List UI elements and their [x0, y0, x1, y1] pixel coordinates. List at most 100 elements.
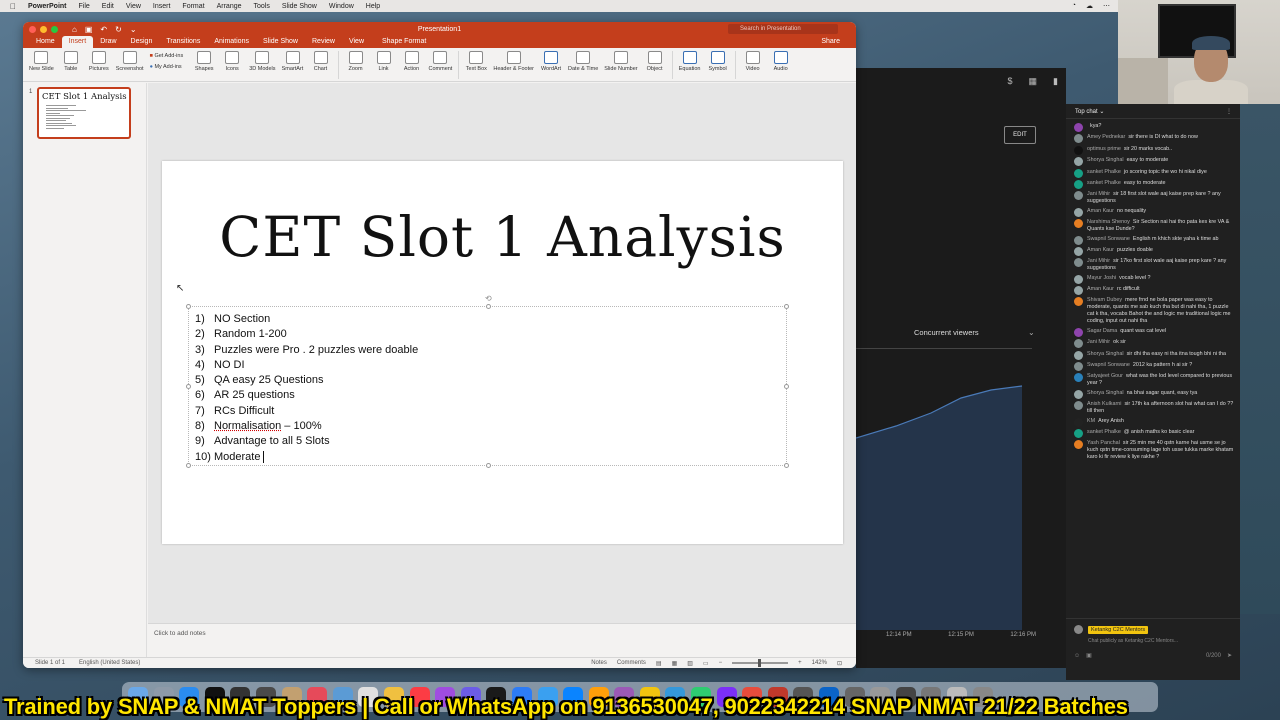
menu-app-name[interactable]: PowerPoint — [28, 3, 67, 10]
tab-draw[interactable]: Draw — [93, 36, 123, 48]
avatar[interactable] — [1074, 145, 1083, 155]
avatar[interactable] — [1074, 258, 1083, 268]
menu-edit[interactable]: Edit — [102, 3, 114, 10]
minimize-window-button[interactable] — [40, 25, 47, 33]
zoom-in-icon[interactable]: + — [798, 660, 802, 666]
slideshow-icon[interactable]: ▭ — [703, 660, 709, 667]
avatar[interactable] — [1074, 134, 1083, 144]
get-addins-button[interactable]: ■ Get Add-ins — [150, 53, 184, 59]
avatar[interactable] — [1074, 123, 1083, 132]
my-addins-button[interactable]: ● My Add-ins — [150, 64, 184, 70]
notes-pane[interactable]: Click to add notes — [148, 623, 856, 657]
chat-input[interactable]: Chat publicly as Ketankg C2C Mentors... — [1088, 638, 1232, 644]
tab-insert[interactable]: Insert — [61, 36, 94, 48]
avatar[interactable] — [1074, 362, 1083, 372]
tab-transitions[interactable]: Transitions — [159, 36, 207, 48]
slide-number-button[interactable]: Slide Number — [604, 51, 638, 72]
equation-button[interactable]: Equation — [679, 51, 701, 72]
menu-view[interactable]: View — [126, 3, 141, 10]
redo-icon[interactable]: ↻ — [115, 25, 122, 34]
object-button[interactable]: Object — [644, 51, 666, 72]
money-icon[interactable]: ▣ — [1086, 652, 1092, 659]
reading-view-icon[interactable]: ▥ — [687, 660, 693, 667]
menu-slide-show[interactable]: Slide Show — [282, 3, 317, 10]
chevron-down-icon[interactable]: ⌄ — [1028, 328, 1035, 337]
avatar[interactable] — [1074, 401, 1083, 411]
avatar[interactable] — [1074, 373, 1083, 383]
fit-to-window-icon[interactable]: ⊡ — [837, 660, 842, 667]
pictures-button[interactable]: Pictures — [88, 51, 110, 72]
action-button[interactable]: Action — [401, 51, 423, 72]
chart-button[interactable]: Chart — [310, 51, 332, 72]
tab-review[interactable]: Review — [305, 36, 342, 48]
resize-handle[interactable] — [486, 463, 491, 468]
resize-handle[interactable] — [186, 304, 191, 309]
comments-toggle[interactable]: Comments — [617, 660, 646, 666]
resize-handle[interactable] — [784, 304, 789, 309]
avatar[interactable] — [1074, 297, 1083, 307]
home-icon[interactable]: ⌂ — [72, 25, 77, 34]
avatar[interactable] — [1074, 168, 1083, 178]
control-center-icon[interactable]: ⋯ — [1103, 2, 1110, 10]
avatar[interactable] — [1074, 219, 1083, 229]
slide[interactable]: CET Slot 1 Analysis ⟲ 1) NO Section 2) Ran… — [162, 161, 843, 544]
top-chat-dropdown[interactable]: Top chat ⌄ — [1075, 108, 1104, 115]
bookmark-icon[interactable]: ▮ — [1053, 76, 1058, 87]
undo-icon[interactable]: ↶ — [100, 25, 107, 34]
icons-button[interactable]: Icons — [221, 51, 243, 72]
more-options-icon[interactable]: ⋮ — [1226, 108, 1240, 115]
avatar[interactable] — [1074, 274, 1083, 284]
search-input[interactable]: Search in Presentation — [728, 24, 838, 34]
edit-button[interactable]: EDIT — [1004, 126, 1036, 144]
film-icon[interactable]: ▦ — [1029, 76, 1038, 87]
avatar[interactable] — [1074, 235, 1083, 245]
header-footer-button[interactable]: Header & Footer — [493, 51, 534, 72]
avatar[interactable] — [1074, 191, 1083, 201]
avatar[interactable] — [1074, 207, 1083, 217]
new-slide-button[interactable]: New Slide — [29, 51, 54, 72]
tab-home[interactable]: Home — [29, 36, 62, 48]
avatar[interactable] — [1074, 327, 1083, 337]
notes-toggle[interactable]: Notes — [591, 660, 607, 666]
symbol-button[interactable]: Symbol — [707, 51, 729, 72]
resize-handle[interactable] — [186, 463, 191, 468]
resize-handle[interactable] — [784, 463, 789, 468]
rotate-handle-icon[interactable]: ⟲ — [485, 294, 492, 303]
zoom-window-button[interactable] — [51, 25, 58, 33]
language-status[interactable]: English (United States) — [79, 660, 140, 666]
avatar[interactable] — [1074, 179, 1083, 189]
menu-insert[interactable]: Insert — [153, 3, 171, 10]
resize-handle[interactable] — [486, 304, 491, 309]
avatar[interactable] — [1074, 389, 1083, 399]
tab-design[interactable]: Design — [124, 36, 160, 48]
smartart-button[interactable]: SmartArt — [282, 51, 304, 72]
customize-icon[interactable]: ⌄ — [130, 25, 137, 34]
slide-thumbnail[interactable]: CET Slot 1 Analysis — [37, 87, 131, 139]
avatar[interactable] — [1074, 440, 1083, 450]
menu-window[interactable]: Window — [329, 3, 354, 10]
resize-handle[interactable] — [784, 384, 789, 389]
share-button[interactable]: Share — [821, 36, 856, 48]
avatar[interactable] — [1074, 157, 1083, 167]
zoom-slider[interactable] — [732, 659, 789, 667]
resize-handle[interactable] — [186, 384, 191, 389]
tab-animations[interactable]: Animations — [207, 36, 256, 48]
3d-models-button[interactable]: 3D Models — [249, 51, 276, 72]
apple-icon[interactable]:  — [10, 2, 16, 11]
cloud-icon[interactable]: ☁ — [1086, 2, 1093, 10]
avatar[interactable] — [1074, 339, 1083, 349]
comment-button[interactable]: Comment — [429, 51, 452, 72]
emoji-icon[interactable]: ☺ — [1074, 653, 1080, 659]
date-time-button[interactable]: Date & Time — [568, 51, 598, 72]
menu-tools[interactable]: Tools — [254, 3, 270, 10]
content-textbox[interactable]: ⟲ 1) NO Section 2) Random 1-200 3) Puzzles … — [186, 294, 789, 468]
menu-help[interactable]: Help — [366, 3, 380, 10]
wordart-button[interactable]: WordArt — [540, 51, 562, 72]
tab-shape-format[interactable]: Shape Format — [375, 36, 433, 48]
avatar[interactable] — [1074, 417, 1083, 427]
slide-sorter-icon[interactable]: ▦ — [672, 660, 678, 667]
dollar-icon[interactable]: $ — [1008, 76, 1013, 87]
slide-title[interactable]: CET Slot 1 Analysis — [162, 205, 843, 269]
link-button[interactable]: Link — [373, 51, 395, 72]
normal-view-icon[interactable]: ▤ — [656, 660, 662, 667]
